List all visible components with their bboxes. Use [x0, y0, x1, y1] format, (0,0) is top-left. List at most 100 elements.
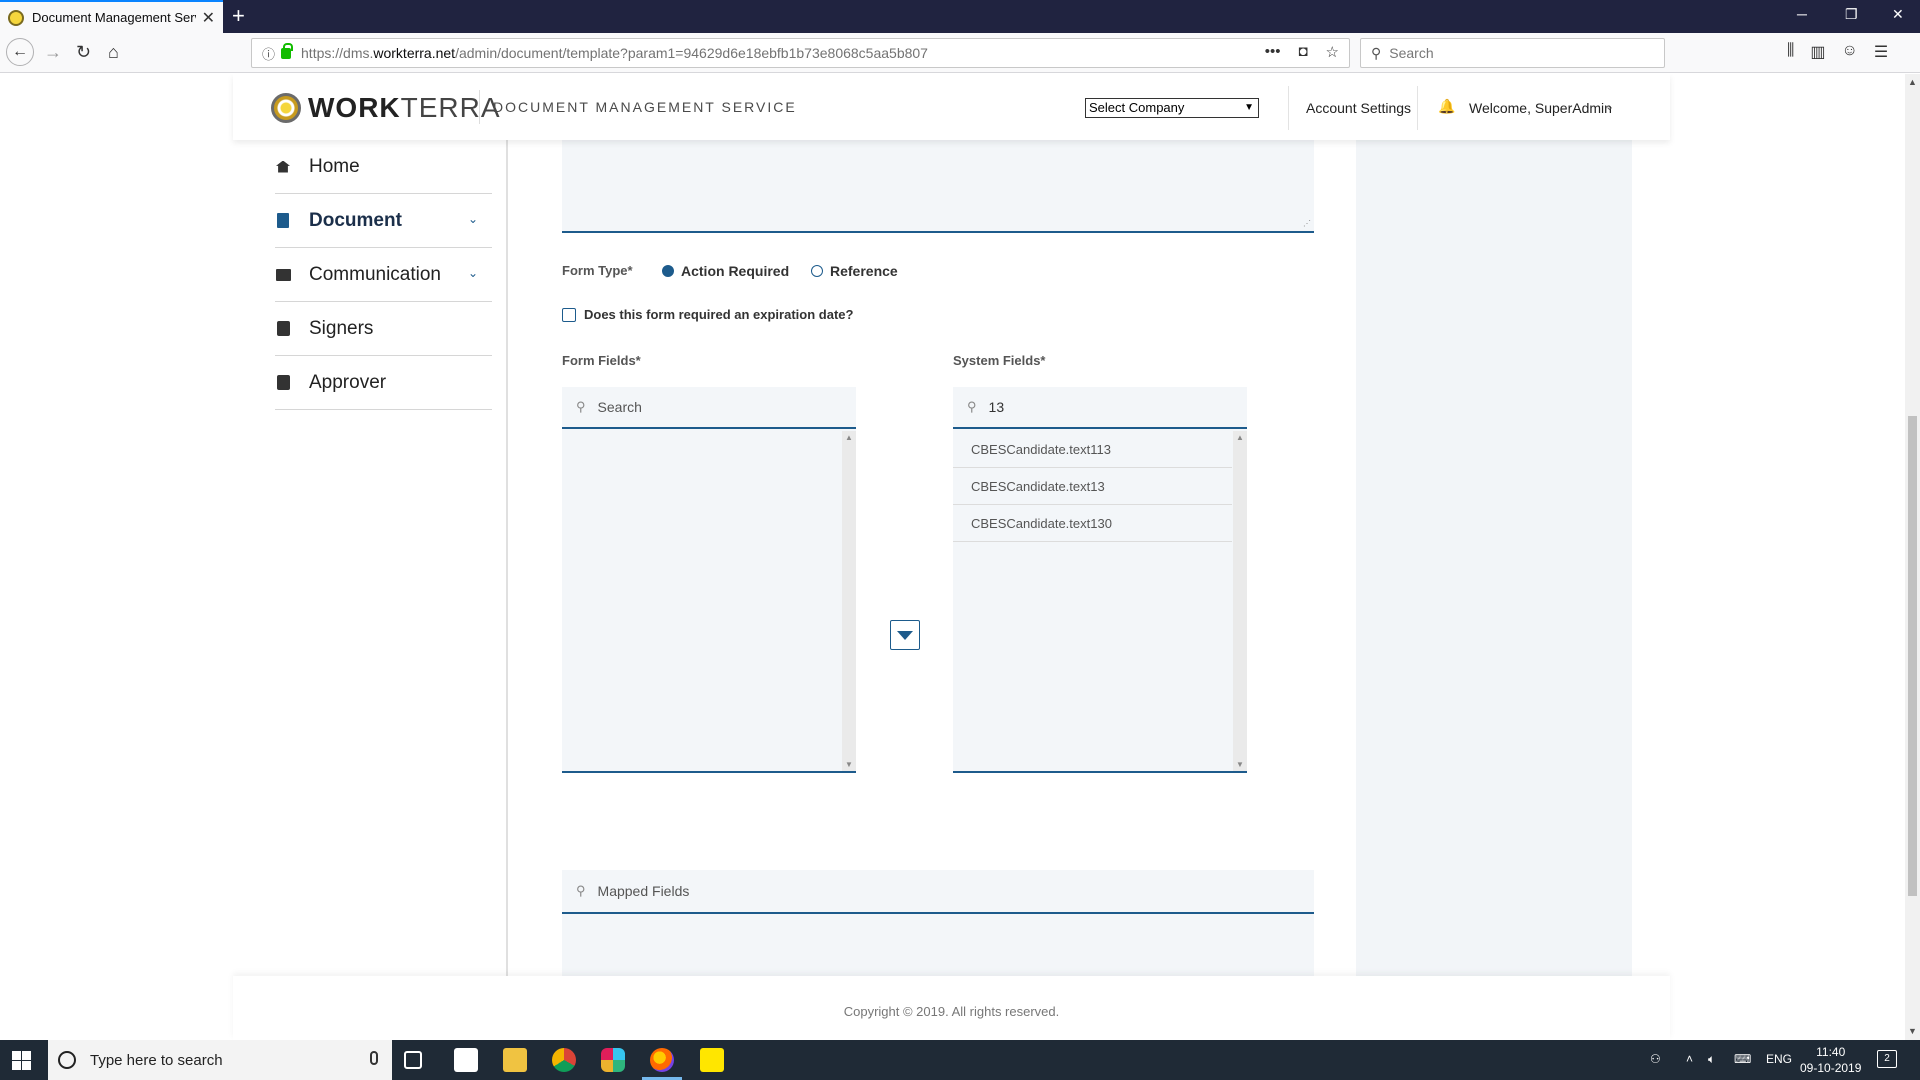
page-scrollbar[interactable]: ▲ ▼: [1905, 74, 1920, 1040]
form-fields-label: Form Fields*: [562, 353, 641, 368]
right-panel: [1356, 140, 1632, 976]
url-bar[interactable]: ⓘ https://dms.workterra.net/admin/docume…: [251, 38, 1350, 68]
search-icon: ⚲: [1371, 44, 1382, 61]
radio-label: Action Required: [681, 263, 790, 279]
scroll-up-icon[interactable]: ▲: [1236, 433, 1244, 442]
keyboard-icon[interactable]: ⌨: [1734, 1052, 1751, 1066]
document-icon: [275, 213, 291, 229]
chevron-up-icon[interactable]: ˄: [1686, 1052, 1693, 1066]
sticky-notes-icon[interactable]: [700, 1048, 724, 1072]
logo-text-bold: WORK: [308, 92, 401, 123]
radio-action-required[interactable]: Action Required: [662, 263, 789, 279]
home-icon[interactable]: ⌂: [108, 42, 119, 62]
library-icon[interactable]: ⫼: [1787, 42, 1794, 62]
company-select[interactable]: Select Company ▼: [1085, 98, 1259, 118]
site-info-icon[interactable]: ⓘ: [262, 44, 275, 63]
scroll-down-icon[interactable]: ▼: [1908, 1026, 1917, 1036]
sidebar-item-approver[interactable]: Approver: [275, 356, 492, 410]
user-menu[interactable]: Welcome, SuperAdmin: [1469, 100, 1612, 116]
system-fields-list[interactable]: ⚲ 13 CBESCandidate.text113 CBESCandidate…: [953, 387, 1247, 773]
logo-mark-icon: [271, 93, 301, 123]
badge-icon: [275, 321, 291, 337]
list-item[interactable]: CBESCandidate.text130: [953, 505, 1232, 542]
windows-start-icon[interactable]: [12, 1051, 31, 1070]
sidebar-item-home[interactable]: Home: [275, 140, 492, 194]
list-item[interactable]: CBESCandidate.text113: [953, 431, 1232, 468]
restore-icon[interactable]: ❐: [1845, 6, 1858, 23]
menu-icon[interactable]: ☰: [1874, 42, 1888, 62]
notification-center-icon[interactable]: 2: [1877, 1050, 1897, 1068]
people-icon[interactable]: ⚇: [1650, 1052, 1661, 1066]
mail-app-icon[interactable]: [454, 1048, 478, 1072]
site-favicon-icon: [8, 9, 24, 26]
chevron-down-icon[interactable]: ⌄: [468, 212, 478, 226]
chevron-down-icon[interactable]: ⌄: [468, 266, 478, 280]
speaker-icon[interactable]: 🔈︎: [1708, 1052, 1715, 1067]
firefox-icon[interactable]: [650, 1048, 674, 1072]
minimize-icon[interactable]: ─: [1797, 6, 1807, 22]
file-explorer-icon[interactable]: [503, 1048, 527, 1072]
forward-arrow-icon[interactable]: →: [44, 42, 62, 62]
browser-tab-bar: Document Management Servic ✕ + ─ ❐ ✕: [0, 0, 1920, 33]
mapped-fields-panel: ⚲ Mapped Fields: [562, 870, 1314, 976]
slack-icon[interactable]: [601, 1048, 625, 1072]
map-fields-button[interactable]: [890, 620, 920, 650]
reload-icon[interactable]: ↻: [76, 42, 91, 62]
form-fields-search-input[interactable]: ⚲ Search: [562, 387, 856, 429]
browser-search-placeholder: Search: [1389, 45, 1434, 61]
pocket-icon[interactable]: ◘: [1298, 43, 1307, 61]
back-arrow-icon[interactable]: ←: [6, 38, 34, 66]
browser-search-input[interactable]: ⚲ Search: [1360, 38, 1665, 68]
more-actions-icon[interactable]: •••: [1265, 43, 1281, 61]
scrollbar-thumb[interactable]: [1908, 416, 1917, 896]
mapped-fields-search-input[interactable]: ⚲ Mapped Fields: [562, 870, 1314, 914]
taskbar-search-placeholder: Type here to search: [90, 1051, 223, 1069]
chevron-down-icon[interactable]: ⌄: [1605, 100, 1614, 113]
mapped-fields-search-placeholder: Mapped Fields: [597, 883, 690, 899]
expiration-checkbox[interactable]: Does this form required an expiration da…: [562, 307, 853, 322]
account-icon[interactable]: ☺: [1842, 42, 1858, 62]
scroll-down-icon[interactable]: ▼: [1236, 760, 1244, 769]
form-type-label: Form Type*: [562, 263, 633, 278]
workterra-logo[interactable]: WORKTERRA: [271, 92, 501, 124]
sidebar-item-signers[interactable]: Signers: [275, 302, 492, 356]
scroll-up-icon[interactable]: ▲: [1908, 77, 1917, 87]
bookmark-star-icon[interactable]: ☆: [1326, 43, 1339, 61]
system-fields-search-input[interactable]: ⚲ 13: [953, 387, 1247, 429]
home-icon: [275, 159, 291, 175]
chrome-icon[interactable]: [552, 1048, 576, 1072]
sidebar-item-communication[interactable]: Communication ⌄: [275, 248, 492, 302]
company-select-value: Select Company: [1089, 100, 1185, 115]
new-tab-button[interactable]: +: [232, 4, 245, 28]
taskbar-clock[interactable]: 11:40 09-10-2019: [1800, 1044, 1861, 1076]
task-view-icon[interactable]: [404, 1051, 422, 1069]
checkbox-icon[interactable]: [562, 307, 576, 322]
account-settings-link[interactable]: Account Settings: [1306, 100, 1411, 116]
bell-icon[interactable]: 🔔: [1438, 98, 1455, 115]
main-content: ⋰ Form Type* Action Required Reference D…: [510, 140, 1355, 976]
radio-reference[interactable]: Reference: [811, 263, 898, 279]
sidebar-toggle-icon[interactable]: ▥: [1810, 42, 1825, 62]
sidebar-item-document[interactable]: Document ⌄: [275, 194, 492, 248]
close-tab-icon[interactable]: ✕: [202, 8, 215, 28]
microphone-icon[interactable]: [370, 1051, 378, 1065]
system-fields-scrollbar[interactable]: ▲ ▼: [1233, 431, 1247, 771]
radio-selected-icon: [662, 265, 674, 277]
form-fields-list[interactable]: ⚲ Search ▲ ▼: [562, 387, 856, 773]
checkbox-label: Does this form required an expiration da…: [584, 307, 854, 322]
app-header: WORKTERRA DOCUMENT MANAGEMENT SERVICE Se…: [233, 74, 1670, 140]
form-fields-scrollbar[interactable]: ▲ ▼: [842, 431, 856, 771]
url-text: https://dms.workterra.net/admin/document…: [301, 45, 928, 61]
search-icon: ⚲: [967, 399, 977, 414]
list-item[interactable]: CBESCandidate.text13: [953, 468, 1232, 505]
sidebar-item-label: Signers: [309, 317, 374, 339]
description-textarea[interactable]: ⋰: [562, 140, 1314, 233]
resize-grip-icon[interactable]: ⋰: [1303, 219, 1311, 228]
scroll-up-icon[interactable]: ▲: [845, 433, 853, 442]
browser-tab[interactable]: Document Management Servic ✕: [0, 0, 223, 33]
close-window-icon[interactable]: ✕: [1892, 6, 1904, 23]
scroll-down-icon[interactable]: ▼: [845, 760, 853, 769]
taskbar-search-input[interactable]: Type here to search: [48, 1040, 392, 1080]
header-divider: [1417, 86, 1418, 130]
language-indicator[interactable]: ENG: [1766, 1052, 1792, 1066]
